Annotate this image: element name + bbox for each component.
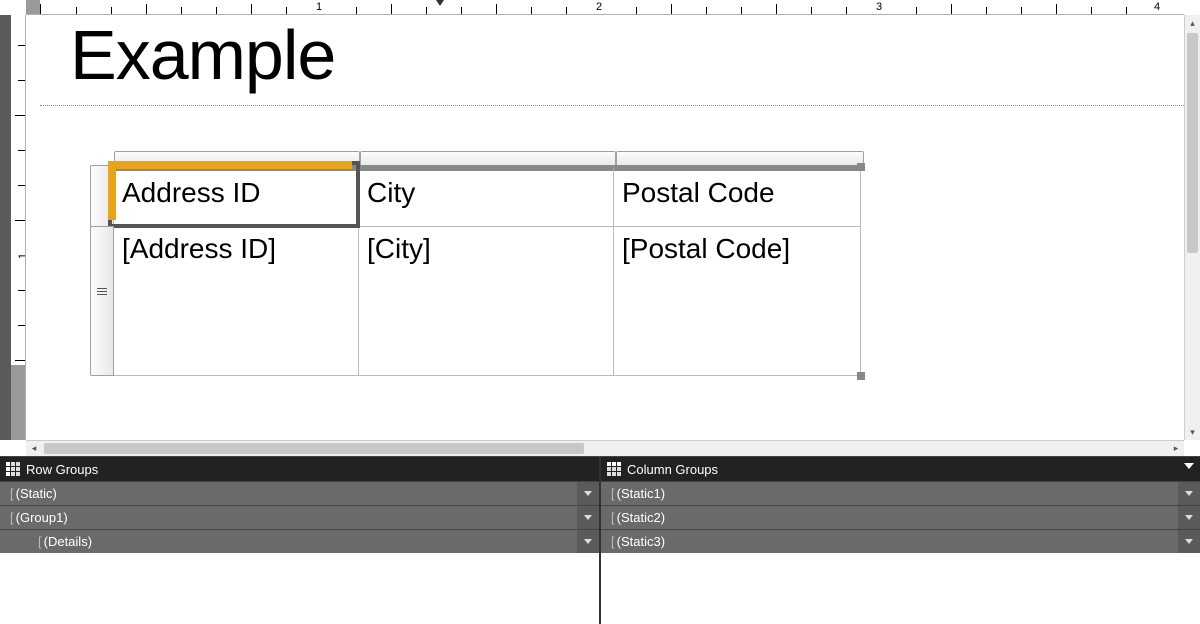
column-group-item[interactable]: [ (Static1) [601,481,1200,505]
group-label: (Static) [16,486,57,501]
group-label: (Static3) [617,534,665,549]
group-bracket-icon: [ [38,534,42,549]
ruler-unit: 3 [876,0,882,14]
report-title-textbox[interactable]: Example [70,20,1184,90]
vertical-scrollbar[interactable]: ▴ ▾ [1184,15,1200,440]
group-bracket-icon: [ [611,534,615,549]
group-label: (Details) [44,534,92,549]
row-groups-panel[interactable]: Row Groups [ (Static) [ (Group1) [ (Deta… [0,457,601,624]
group-dropdown-button[interactable] [577,530,599,553]
resize-handle[interactable] [857,372,865,380]
tablix-header-cell[interactable]: Postal Code [613,165,861,227]
tablix-header-cell[interactable]: Address ID [113,165,359,227]
grouping-pane[interactable]: Row Groups [ (Static) [ (Group1) [ (Deta… [0,456,1200,624]
group-dropdown-button[interactable] [1178,482,1200,505]
section-divider [40,105,1184,106]
cell-text: Postal Code [622,177,775,208]
cell-text: [City] [367,233,431,264]
ruler-unit: 1 [17,253,26,259]
ruler-unit: 4 [1154,0,1160,14]
group-dropdown-button[interactable] [577,506,599,529]
report-design-surface[interactable]: Example Address ID City Postal Code [40,15,1184,440]
scroll-down-button[interactable]: ▾ [1185,424,1200,440]
cell-text: Address ID [122,177,261,208]
ruler-pointer-icon [436,0,444,6]
ruler-unit: 2 [596,0,602,14]
column-group-item[interactable]: [ (Static3) [601,529,1200,553]
scrollbar-thumb[interactable] [1187,33,1198,253]
tablix-header-cell[interactable]: City [358,165,614,227]
panel-menu-dropdown-icon[interactable] [1184,463,1194,469]
column-groups-panel[interactable]: Column Groups [ (Static1) [ (Static2) [ … [601,457,1200,624]
group-label: (Static2) [617,510,665,525]
row-handle[interactable] [90,226,114,376]
row-groups-title: Row Groups [26,462,98,477]
horizontal-ruler[interactable]: 1 2 3 4 [26,0,1184,15]
column-groups-header[interactable]: Column Groups [601,457,1200,481]
tablix-data-cell[interactable]: [Postal Code] [613,226,861,376]
group-bracket-icon: [ [10,486,14,501]
tablix[interactable]: Address ID City Postal Code [Address ID]… [90,151,864,376]
vertical-ruler[interactable]: 1 [0,15,26,440]
row-handle[interactable] [90,165,114,227]
column-groups-icon [607,462,621,476]
scroll-right-button[interactable]: ▸ [1168,441,1184,456]
resize-handle[interactable] [857,163,865,171]
detail-row-icon [97,286,107,297]
group-bracket-icon: [ [10,510,14,525]
scroll-left-button[interactable]: ◂ [26,441,42,456]
tablix-data-cell[interactable]: [City] [358,226,614,376]
row-group-item[interactable]: [ (Group1) [0,505,599,529]
column-group-item[interactable]: [ (Static2) [601,505,1200,529]
row-group-item[interactable]: [ (Details) [0,529,599,553]
group-dropdown-button[interactable] [1178,530,1200,553]
cell-text: City [367,177,415,208]
group-label: (Static1) [617,486,665,501]
ruler-unit: 1 [316,0,322,14]
group-bracket-icon: [ [611,510,615,525]
tablix-data-cell[interactable]: [Address ID] [113,226,359,376]
scrollbar-thumb[interactable] [44,443,584,454]
group-dropdown-button[interactable] [1178,506,1200,529]
row-groups-header[interactable]: Row Groups [0,457,599,481]
row-groups-icon [6,462,20,476]
group-bracket-icon: [ [611,486,615,501]
row-group-item[interactable]: [ (Static) [0,481,599,505]
cell-text: [Address ID] [122,233,276,264]
group-label: (Group1) [16,510,68,525]
scroll-up-button[interactable]: ▴ [1185,15,1200,31]
group-dropdown-button[interactable] [577,482,599,505]
column-groups-title: Column Groups [627,462,718,477]
cell-text: [Postal Code] [622,233,790,264]
horizontal-scrollbar[interactable]: ◂ ▸ [26,440,1184,456]
